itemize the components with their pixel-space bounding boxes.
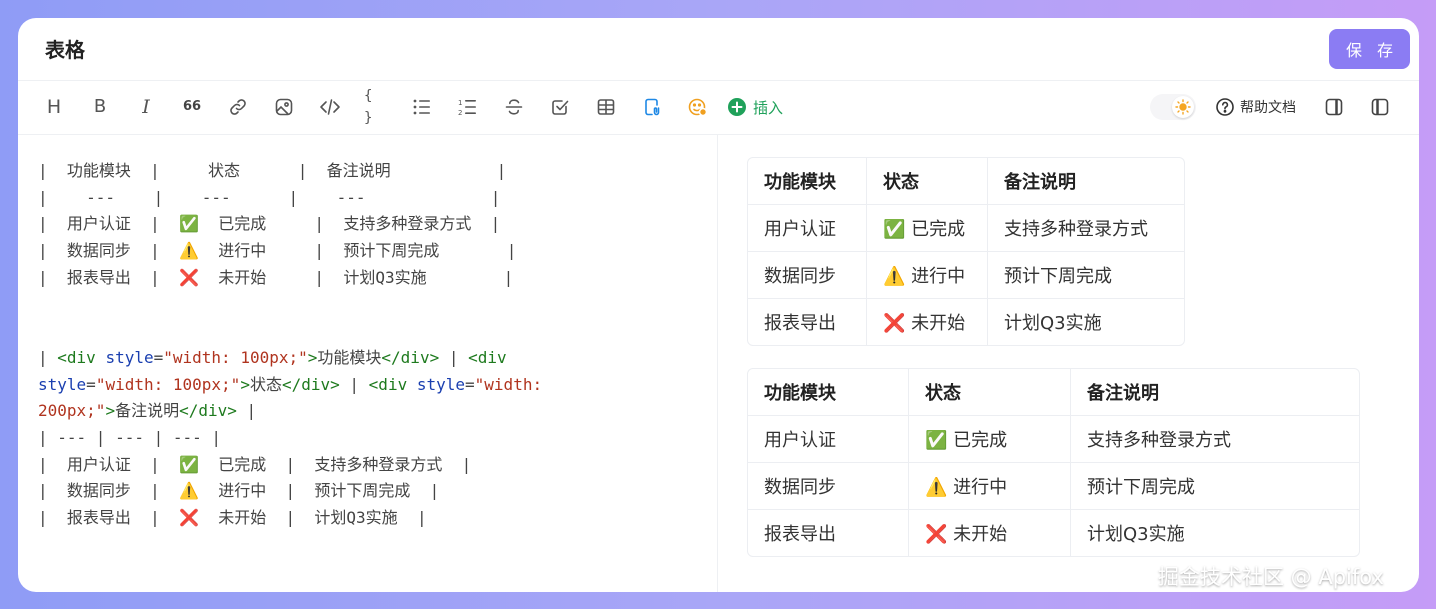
watermark: 掘金技术社区 @ Apifox: [1158, 565, 1384, 589]
save-button[interactable]: 保 存: [1329, 29, 1410, 69]
plus-circle-icon: [728, 98, 746, 116]
file-attach-icon[interactable]: [640, 96, 664, 118]
insert-button[interactable]: 插入: [727, 96, 783, 118]
theme-toggle[interactable]: [1150, 94, 1196, 120]
table-row: 报表导出 ❌ 未开始 计划Q3实施: [748, 299, 1184, 345]
help-icon: [1216, 98, 1234, 116]
editor-line: | 功能模块 | 状态 | 备注说明 |: [38, 161, 507, 180]
quote-icon[interactable]: 66: [180, 96, 204, 118]
toggle-left-panel-icon[interactable]: [1368, 96, 1392, 118]
table-cell: 用户认证: [748, 416, 909, 463]
table-cell: 预计下周完成: [988, 252, 1184, 299]
emoji-icon[interactable]: [686, 96, 710, 118]
help-label: 帮助文档: [1240, 100, 1296, 116]
editor-line: | 数据同步 | ⚠️ 进行中 | 预计下周完成 |: [38, 241, 517, 261]
bold-icon[interactable]: B: [88, 96, 112, 118]
table-cell: 支持多种登录方式: [1071, 416, 1359, 463]
table-cell: ❌ 未开始: [909, 510, 1071, 556]
markdown-editor[interactable]: | 功能模块 | 状态 | 备注说明 | | --- | --- | --- |…: [38, 158, 603, 532]
image-icon[interactable]: [272, 96, 296, 118]
table-cell: ❌ 未开始: [867, 299, 988, 345]
heading-icon[interactable]: H: [42, 96, 66, 118]
table-header: 状态: [867, 158, 988, 205]
preview-table-2: 功能模块 状态 备注说明 用户认证 ✅ 已完成 支持多种登录方式 数据同步 ⚠️…: [747, 368, 1360, 557]
divider: [18, 80, 1419, 81]
table-cell: 用户认证: [748, 205, 867, 252]
preview-table-1: 功能模块 状态 备注说明 用户认证 ✅ 已完成 支持多种登录方式 数据同步 ⚠️…: [747, 157, 1185, 346]
table-header-row: 功能模块 状态 备注说明: [748, 369, 1359, 416]
table-header: 备注说明: [988, 158, 1184, 205]
editor-line: | --- | --- | --- |: [38, 427, 222, 447]
editor-line: | 用户认证 | ✅ 已完成 | 支持多种登录方式 |: [38, 214, 501, 234]
table-row: 报表导出 ❌ 未开始 计划Q3实施: [748, 510, 1359, 556]
ordered-list-icon[interactable]: 12: [456, 96, 480, 118]
table-cell: 计划Q3实施: [1004, 313, 1102, 334]
table-cell: 支持多种登录方式: [988, 205, 1184, 252]
divider: [18, 134, 1419, 135]
toggle-right-panel-icon[interactable]: [1322, 96, 1346, 118]
table-header: 功能模块: [748, 369, 909, 416]
editor-line: | 报表导出 | ❌ 未开始 | 计划Q3实施 |: [38, 267, 514, 287]
editor-line: | 报表导出 | ❌ 未开始 | 计划Q3实施 |: [38, 507, 427, 527]
table-cell: 报表导出: [748, 299, 867, 345]
insert-label: 插入: [753, 98, 784, 117]
bullet-list-icon[interactable]: [410, 96, 434, 118]
table-header-row: 功能模块 状态 备注说明: [748, 158, 1184, 205]
table-cell: 报表导出: [748, 510, 909, 556]
task-list-icon[interactable]: [548, 96, 572, 118]
editor-line: | --- | --- | --- |: [38, 187, 501, 207]
strikethrough-icon[interactable]: [502, 96, 526, 118]
code-block-icon[interactable]: { }: [364, 88, 388, 126]
table-cell: 计划Q3实施: [1087, 524, 1185, 545]
page-title: 表格: [45, 38, 85, 62]
table-cell: 数据同步: [748, 252, 867, 299]
table-header: 备注说明: [1071, 369, 1359, 416]
help-docs-link[interactable]: 帮助文档: [1215, 96, 1296, 118]
editor-line: | 数据同步 | ⚠️ 进行中 | 预计下周完成 |: [38, 481, 440, 501]
table-cell: ✅ 已完成: [867, 205, 988, 252]
link-icon[interactable]: [226, 96, 250, 118]
table-header: 状态: [909, 369, 1071, 416]
editor-card: 表格 保 存 H B I 66 { } 12 插入 帮助文档 | 功能模块 | …: [18, 18, 1419, 592]
editor-line: | 用户认证 | ✅ 已完成 | 支持多种登录方式 |: [38, 454, 472, 474]
table-row: 用户认证 ✅ 已完成 支持多种登录方式: [748, 416, 1359, 463]
svg-text:2: 2: [458, 109, 462, 117]
italic-icon[interactable]: I: [134, 96, 158, 118]
split-divider[interactable]: [717, 135, 718, 592]
table-row: 用户认证 ✅ 已完成 支持多种登录方式: [748, 205, 1184, 252]
table-cell: ⚠️ 进行中: [909, 463, 1071, 510]
table-cell: ⚠️ 进行中: [867, 252, 988, 299]
svg-text:1: 1: [458, 99, 462, 107]
table-icon[interactable]: [594, 96, 618, 118]
table-cell: ✅ 已完成: [909, 416, 1071, 463]
table-cell: 数据同步: [748, 463, 909, 510]
table-header: 功能模块: [748, 158, 867, 205]
table-row: 数据同步 ⚠️ 进行中 预计下周完成: [748, 463, 1359, 510]
sun-icon: [1172, 96, 1194, 118]
code-icon[interactable]: [318, 96, 342, 118]
table-row: 数据同步 ⚠️ 进行中 预计下周完成: [748, 252, 1184, 299]
editor-html-line: | <div style="width: 100px;">功能模块</div> …: [38, 347, 552, 421]
table-cell: 预计下周完成: [1071, 463, 1359, 510]
